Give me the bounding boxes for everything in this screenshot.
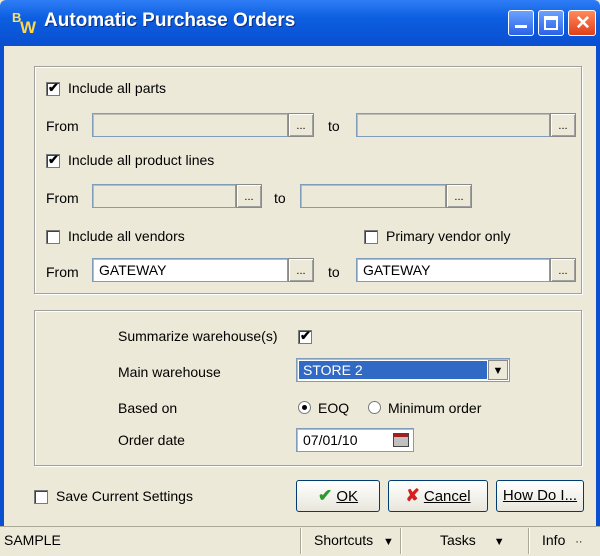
based-on-label: Based on	[118, 400, 178, 416]
shortcuts-menu[interactable]: Shortcuts ▼	[314, 532, 394, 548]
tasks-label: Tasks	[440, 532, 476, 548]
product-lines-to-input[interactable]	[300, 184, 446, 208]
dropdown-button[interactable]: ▼	[488, 360, 508, 380]
info-menu[interactable]: Info ··	[542, 532, 583, 548]
cancel-button[interactable]: ✘ Cancel	[388, 480, 488, 512]
window-title: Automatic Purchase Orders	[44, 10, 296, 31]
app-icon-letter-w: W	[20, 18, 37, 37]
save-current-settings-label: Save Current Settings	[56, 488, 193, 504]
check-icon: ✔	[300, 328, 311, 343]
radio-eoq-label: EOQ	[318, 400, 350, 416]
status-text: SAMPLE	[4, 532, 61, 548]
radio-minimum-order-label: Minimum order	[388, 400, 482, 416]
vendors-from-label: From	[46, 264, 79, 280]
app-icon: B W	[12, 10, 38, 37]
radio-minimum-order[interactable]	[368, 401, 381, 414]
product-lines-to-label: to	[274, 190, 286, 206]
product-lines-from-label: From	[46, 190, 79, 206]
how-do-i-button-label: How Do I...	[502, 487, 578, 504]
primary-vendor-only-label: Primary vendor only	[386, 228, 511, 244]
parts-to-label: to	[328, 118, 340, 134]
parts-from-label: From	[46, 118, 79, 134]
include-all-vendors-checkbox[interactable]	[46, 230, 60, 244]
vendors-from-lookup-button[interactable]: ...	[288, 258, 314, 282]
parts-to-input[interactable]	[356, 113, 550, 137]
radio-selected-dot	[302, 405, 307, 410]
include-all-parts-label: Include all parts	[68, 80, 167, 96]
vendors-to-lookup-button[interactable]: ...	[550, 258, 576, 282]
calendar-icon[interactable]	[393, 433, 409, 447]
vendors-to-label: to	[328, 264, 340, 280]
main-warehouse-select[interactable]: STORE 2 ▼	[296, 358, 510, 382]
minimize-icon	[515, 25, 527, 28]
cancel-x-icon: ✘	[405, 486, 420, 505]
chevron-down-icon: ▼	[383, 536, 394, 548]
check-icon: ✔	[317, 486, 333, 505]
cancel-button-label: Cancel	[423, 488, 471, 505]
vendors-to-input[interactable]: GATEWAY	[356, 258, 550, 282]
status-divider	[528, 528, 529, 554]
product-lines-from-lookup-button[interactable]: ...	[236, 184, 262, 208]
title-bar[interactable]: B W Automatic Purchase Orders ✕	[0, 0, 600, 46]
status-divider	[300, 528, 301, 554]
main-warehouse-label: Main warehouse	[118, 364, 221, 380]
product-lines-from-input[interactable]	[92, 184, 236, 208]
check-icon: ✔	[48, 80, 59, 95]
more-icon: ··	[575, 536, 583, 548]
primary-vendor-only-checkbox[interactable]	[364, 230, 378, 244]
check-icon: ✔	[48, 152, 59, 167]
product-lines-to-lookup-button[interactable]: ...	[446, 184, 472, 208]
tasks-menu[interactable]: Tasks ▼	[440, 532, 505, 548]
include-all-parts-checkbox[interactable]: ✔	[46, 80, 60, 96]
chevron-down-icon: ▼	[492, 365, 504, 377]
maximize-button[interactable]	[538, 10, 564, 36]
include-all-vendors-label: Include all vendors	[68, 228, 185, 244]
info-label: Info	[542, 532, 566, 548]
vendors-from-input[interactable]: GATEWAY	[92, 258, 288, 282]
save-current-settings-checkbox[interactable]	[34, 490, 48, 504]
calendar-icon-header	[394, 434, 408, 437]
chevron-down-icon: ▼	[493, 536, 505, 548]
include-all-product-lines-label: Include all product lines	[68, 152, 215, 168]
summarize-warehouses-checkbox[interactable]: ✔	[298, 328, 312, 344]
how-do-i-button[interactable]: How Do I...	[496, 480, 584, 512]
radio-eoq[interactable]	[298, 401, 311, 414]
minimize-button[interactable]	[508, 10, 534, 36]
ok-button-label: OK	[336, 488, 359, 505]
maximize-icon	[544, 16, 558, 30]
parts-to-lookup-button[interactable]: ...	[550, 113, 576, 137]
ok-button[interactable]: ✔ OK	[296, 480, 380, 512]
status-divider	[400, 528, 401, 554]
order-date-input[interactable]: 07/01/10	[296, 428, 414, 452]
include-all-product-lines-checkbox[interactable]: ✔	[46, 152, 60, 168]
parts-from-input[interactable]	[92, 113, 288, 137]
parts-from-lookup-button[interactable]: ...	[288, 113, 314, 137]
close-icon: ✕	[575, 13, 591, 34]
close-button[interactable]: ✕	[568, 10, 596, 36]
order-date-label: Order date	[118, 432, 185, 448]
shortcuts-label: Shortcuts	[314, 532, 374, 548]
summarize-warehouses-label: Summarize warehouse(s)	[118, 328, 278, 344]
